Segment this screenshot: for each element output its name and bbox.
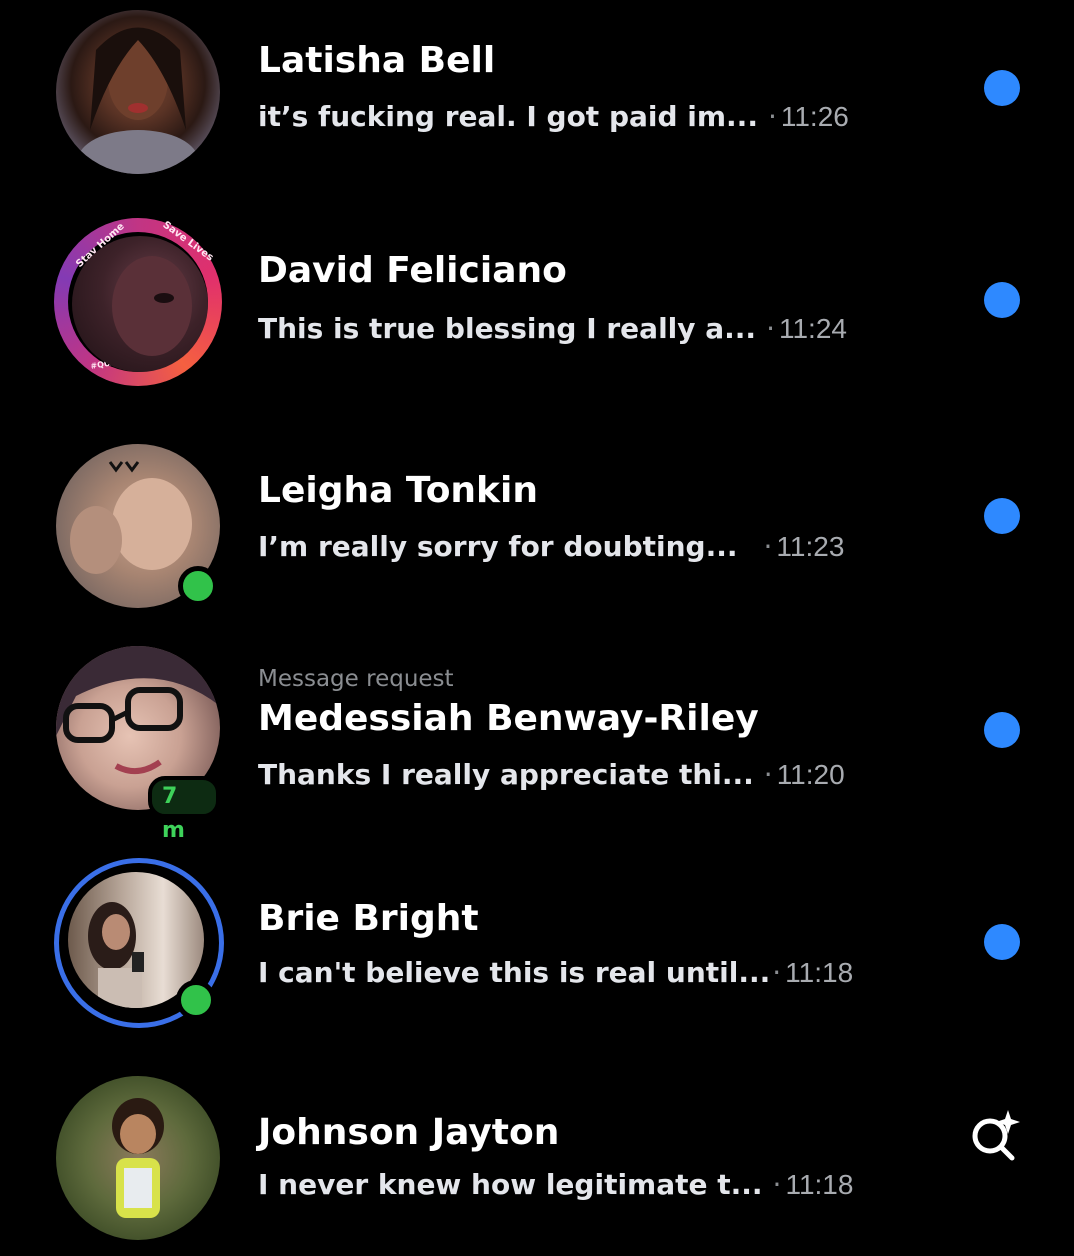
message-preview-line: Thanks I really appreciate thi... · 11:20 [258,758,845,791]
message-preview-line: I’m really sorry for doubting... · 11:23 [258,530,844,563]
avatar[interactable] [56,1076,220,1240]
avatar[interactable] [56,444,220,608]
conversation-row-latisha-bell[interactable]: Latisha Bell it’s fucking real. I got pa… [0,0,1074,180]
active-time-badge: 7 m [148,776,220,843]
avatar[interactable] [54,858,224,1028]
separator: · [763,758,773,791]
message-preview: Thanks I really appreciate thi... [258,758,754,791]
avatar-photo [56,1076,220,1240]
conversation-list: Latisha Bell it’s fucking real. I got pa… [0,0,1074,1240]
message-time: 11:24 [778,313,847,344]
message-time: 11:23 [776,531,845,562]
message-preview: I can't believe this is real until... [258,956,771,989]
conversation-row-brie-bright[interactable]: Brie Bright I can't believe this is real… [0,858,1074,1040]
contact-name: Brie Bright [258,898,479,939]
contact-name: Latisha Bell [258,40,496,81]
message-time: 11:26 [780,101,849,132]
message-time: 11:18 [785,957,854,988]
unread-dot-icon [984,282,1020,318]
message-preview-line: it’s fucking real. I got paid im... · 11:2… [258,100,849,133]
unread-dot-icon [984,712,1020,748]
message-preview: I never knew how legitimate t... [258,1168,763,1201]
conversation-row-johnson-jayton[interactable]: Johnson Jayton I never knew how legitima… [0,1076,1074,1256]
avatar-portrait-icon [112,256,192,356]
unread-dot-icon [984,498,1020,534]
conversation-row-medessiah-benway-riley[interactable]: 7 m Message request Medessiah Benway-Ril… [0,646,1074,843]
contact-name: Leigha Tonkin [258,470,538,511]
online-status-icon [176,980,216,1020]
sparkle-search-icon [972,1110,1020,1161]
message-preview: it’s fucking real. I got paid im... [258,100,758,133]
avatar-photo [72,236,208,372]
contact-name: David Feliciano [258,250,567,291]
contact-name: Johnson Jayton [258,1112,560,1153]
message-time: 11:20 [776,759,845,790]
separator: · [766,312,775,345]
avatar[interactable]: Stay Home Save Lives #QUARANTEAM [54,218,222,386]
online-status-icon [178,566,218,606]
message-preview: This is true blessing I really a... [258,312,757,345]
separator: · [767,100,777,133]
unread-dot-icon [984,924,1020,960]
contact-name: Medessiah Benway-Riley [258,698,759,739]
sparkle-search-button[interactable] [964,1104,1026,1166]
unread-dot-icon [984,70,1020,106]
avatar[interactable] [56,10,220,174]
avatar-photo [56,10,220,174]
avatar[interactable]: 7 m [56,646,220,843]
message-request-label: Message request [258,666,454,692]
message-time: 11:18 [785,1169,854,1200]
message-preview-line: I can't believe this is real until...· 11… [258,956,853,989]
separator: · [772,956,782,989]
message-preview: I’m really sorry for doubting... [258,530,738,563]
avatar-portrait-icon [112,1098,164,1218]
conversation-row-leigha-tonkin[interactable]: Leigha Tonkin I’m really sorry for doubt… [0,430,1074,610]
separator: · [772,1168,782,1201]
separator: · [763,530,773,563]
avatar-portrait-icon [78,27,198,174]
message-preview-line: This is true blessing I really a... · 11:2… [258,312,847,345]
message-preview-line: I never knew how legitimate t... · 11:18 [258,1168,853,1201]
conversation-row-david-feliciano[interactable]: Stay Home Save Lives #QUARANTEAM David F… [0,210,1074,390]
